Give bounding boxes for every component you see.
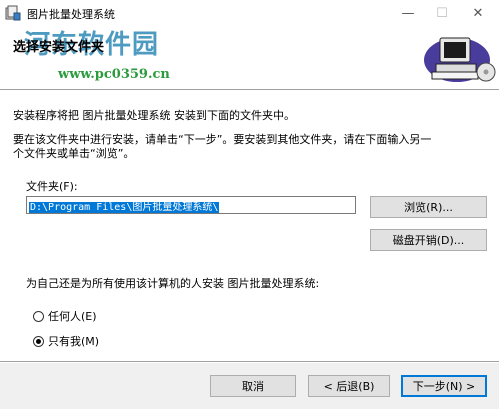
instruction-line-2: 个文件夹或单击“浏览”。 <box>13 147 135 160</box>
folder-label: 文件夹(F): <box>26 180 78 193</box>
back-button[interactable]: < 后退(B) <box>308 375 390 397</box>
instruction-text: 要在该文件夹中进行安装，请单击“下一步”。要安装到其他文件夹，请在下面输入另一 … <box>13 133 431 161</box>
minimize-button[interactable]: — <box>391 0 425 26</box>
computer-graphic-icon <box>424 37 496 82</box>
radio-button-everyone[interactable] <box>33 310 44 322</box>
next-button[interactable]: 下一步(N) > <box>401 375 487 397</box>
window-title: 图片批量处理系统 <box>27 8 115 21</box>
disk-cost-button[interactable]: 磁盘开销(D)... <box>370 229 487 251</box>
folder-path-input[interactable]: D:\Program Files\图片批量处理系统\ <box>26 196 356 214</box>
installer-app-icon <box>5 5 21 21</box>
radio-everyone[interactable]: 任何人(E) <box>33 308 97 324</box>
maximize-button[interactable]: ☐ <box>425 0 459 26</box>
watermark-url: www.pc0359.cn <box>58 67 170 82</box>
install-for-question: 为自己还是为所有使用该计算机的人安装 图片批量处理系统: <box>26 277 320 290</box>
cancel-button[interactable]: 取消 <box>210 375 296 397</box>
radio-button-only-me[interactable] <box>33 335 44 347</box>
folder-path-value: D:\Program Files\图片批量处理系统\ <box>29 202 220 213</box>
browse-button[interactable]: 浏览(R)... <box>370 196 487 218</box>
radio-label-only-me: 只有我(M) <box>48 335 100 348</box>
close-button[interactable]: ✕ <box>461 0 495 26</box>
page-title: 选择安装文件夹 <box>13 40 105 55</box>
intro-text: 安装程序将把 图片批量处理系统 安装到下面的文件夹中。 <box>13 109 295 122</box>
radio-label-everyone: 任何人(E) <box>48 310 97 323</box>
footer-divider <box>0 361 499 363</box>
instruction-line-1: 要在该文件夹中进行安装，请单击“下一步”。要安装到其他文件夹，请在下面输入另一 <box>13 133 432 146</box>
header-divider <box>0 89 499 91</box>
radio-only-me[interactable]: 只有我(M) <box>33 333 99 349</box>
wizard-header: 河东软件园 选择安装文件夹 www.pc0359.cn <box>0 26 499 89</box>
title-bar: 图片批量处理系统 — ☐ ✕ <box>0 0 499 26</box>
